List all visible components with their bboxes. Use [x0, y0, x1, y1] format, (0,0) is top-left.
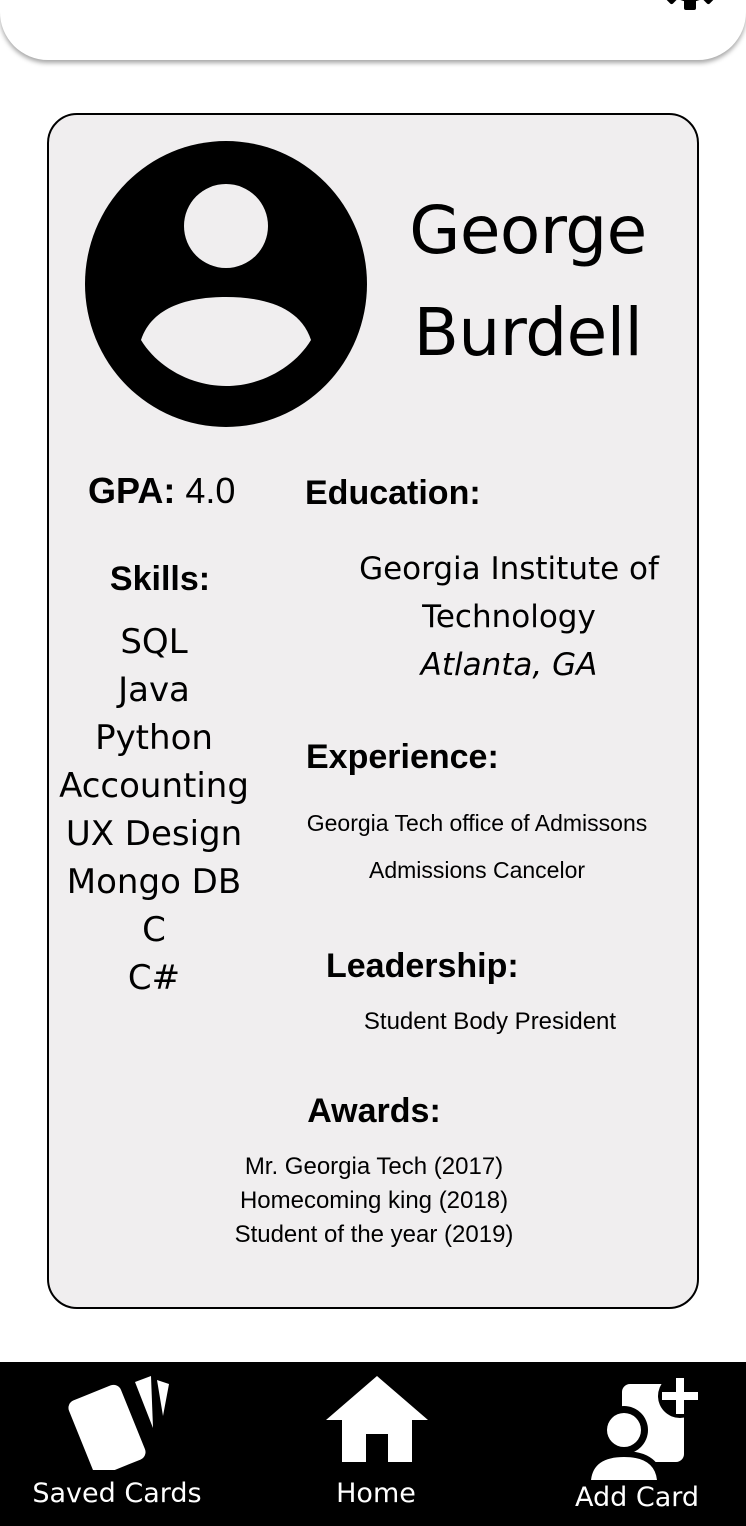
skill-item: Java	[118, 670, 190, 710]
experience-item: Admissions Cancelor	[368, 857, 586, 883]
skill-item: Accounting	[59, 766, 249, 806]
top-app-bar	[0, 0, 746, 60]
experience-heading: Experience:	[306, 738, 499, 776]
school-location: Atlanta, GA	[420, 647, 598, 683]
leadership-item: Student Body President	[363, 1008, 617, 1035]
skills-list: SQL Java Python Accounting UX Design Mon…	[54, 618, 254, 1002]
awards-heading: Awards:	[307, 1092, 441, 1130]
school-name-line2: Technology	[422, 599, 596, 635]
skill-item: Python	[95, 718, 213, 758]
cards-icon	[68, 1376, 169, 1470]
leadership-heading: Leadership:	[326, 947, 519, 985]
skill-item: SQL	[120, 622, 188, 662]
skill-item: C	[142, 910, 166, 950]
education-details: Georgia Institute of Technology Atlanta,…	[340, 545, 678, 689]
awards-list: Mr. Georgia Tech (2017) Homecoming king …	[174, 1150, 574, 1252]
add-card-label: Add Card	[574, 1482, 700, 1513]
add-user-icon	[585, 1374, 700, 1480]
skills-heading: Skills:	[109, 560, 211, 598]
add-card-button[interactable]: Add Card	[556, 1362, 718, 1526]
bottom-navigation: Saved Cards Home Add Card	[0, 1362, 746, 1526]
skill-item: UX Design	[65, 814, 243, 854]
award-item: Homecoming king (2018)	[239, 1187, 509, 1214]
gear-icon[interactable]	[650, 0, 730, 22]
user-avatar-icon	[85, 141, 367, 427]
school-name-line1: Georgia Institute of	[359, 551, 659, 587]
leadership-list: Student Body President	[330, 1002, 650, 1042]
home-button[interactable]: Home	[296, 1362, 456, 1526]
saved-cards-button[interactable]: Saved Cards	[10, 1362, 224, 1526]
award-item: Student of the year (2019)	[234, 1221, 514, 1248]
profile-name: George Burdell	[388, 180, 668, 384]
home-label: Home	[336, 1478, 416, 1509]
gpa: GPA: 4.0	[88, 470, 235, 512]
experience-list: Georgia Tech office of Admissons Admissi…	[292, 800, 662, 894]
gpa-value: 4.0	[185, 470, 236, 511]
skill-item: C#	[127, 958, 181, 998]
gpa-label: GPA:	[88, 470, 176, 511]
home-icon	[326, 1376, 428, 1462]
education-heading: Education:	[305, 474, 481, 512]
first-name: George	[409, 192, 647, 269]
skill-item: Mongo DB	[66, 862, 242, 902]
experience-item: Georgia Tech office of Admissons	[306, 810, 648, 836]
last-name: Burdell	[413, 294, 643, 371]
saved-cards-label: Saved Cards	[32, 1478, 202, 1509]
award-item: Mr. Georgia Tech (2017)	[244, 1153, 504, 1180]
